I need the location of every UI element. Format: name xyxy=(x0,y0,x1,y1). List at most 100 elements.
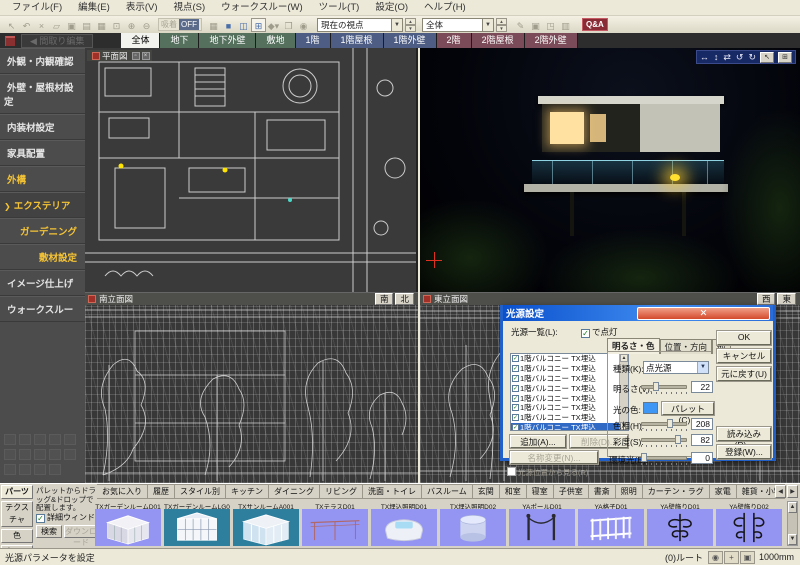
checkbox-icon[interactable] xyxy=(512,385,519,392)
sidebar-item[interactable]: ❯エクステリア xyxy=(0,192,85,218)
category-tab[interactable]: 玄関 xyxy=(473,484,500,499)
scroll-up-icon[interactable]: ▲ xyxy=(788,502,797,513)
sidebar-item[interactable]: ウォークスルー xyxy=(0,296,85,322)
direction-button[interactable]: 西 xyxy=(757,293,776,305)
scroll-right-icon[interactable]: ▶ xyxy=(787,485,798,498)
palette-mode-tab[interactable]: 色 xyxy=(1,529,33,543)
floor-tab[interactable]: 全体 xyxy=(121,33,160,48)
category-tab[interactable]: バスルーム xyxy=(422,484,473,499)
menu-item[interactable]: 設定(O) xyxy=(367,0,416,15)
category-tab[interactable]: スタイル別 xyxy=(175,484,226,499)
part-image[interactable] xyxy=(578,509,644,546)
toolbar-button[interactable]: ▱ xyxy=(49,18,64,32)
lit-checkbox[interactable]: で点灯 xyxy=(581,326,618,338)
snap-toggle[interactable]: 吸着 OFF xyxy=(158,18,202,31)
south-elevation-viewport[interactable] xyxy=(85,305,418,483)
scroll-down-icon[interactable]: ▼ xyxy=(788,534,797,545)
part-image[interactable] xyxy=(371,509,437,546)
part-thumbnail[interactable]: TXサンルームA001 xyxy=(233,501,299,546)
toolbar-button[interactable]: ▤ xyxy=(79,18,94,32)
direction-button[interactable]: 南 xyxy=(375,293,394,305)
detail-window-checkbox[interactable]: 詳細ウィンドウ xyxy=(36,512,103,523)
menu-item[interactable]: 表示(V) xyxy=(118,0,166,15)
floor-tab[interactable]: 2階 xyxy=(437,33,472,48)
category-tab[interactable]: 履歴 xyxy=(148,484,175,499)
toolbar-button[interactable]: ⊞ xyxy=(251,18,266,32)
toolbar-button[interactable]: × xyxy=(34,18,49,32)
floor-tab[interactable]: 1階外壁 xyxy=(384,33,437,48)
part-image[interactable] xyxy=(233,509,299,546)
checkbox-icon[interactable] xyxy=(512,414,519,421)
image-icon[interactable]: ▣ xyxy=(740,551,755,564)
part-thumbnail[interactable]: YAポールD01 xyxy=(509,501,575,546)
sidebar-item[interactable]: 内装材設定 xyxy=(0,114,85,140)
toolbar-button[interactable]: ◆▾ xyxy=(266,18,281,32)
category-tab[interactable]: カーテン・ラグ xyxy=(643,484,710,499)
part-thumbnail[interactable]: TXテラスD01 xyxy=(302,501,368,546)
part-image[interactable] xyxy=(716,509,782,546)
light-color-swatch[interactable] xyxy=(643,402,658,414)
camera-icon[interactable]: ◉ xyxy=(708,551,723,564)
checkbox-icon[interactable] xyxy=(512,424,519,431)
part-thumbnail[interactable]: YA壁飾りD02 xyxy=(716,501,782,546)
add-button[interactable]: 追加(A)... xyxy=(510,435,566,448)
floor-tab[interactable]: 敷地 xyxy=(256,33,295,48)
chevron-down-icon[interactable]: ▼ xyxy=(482,19,493,31)
saturation-slider[interactable] xyxy=(641,435,687,446)
category-tab[interactable]: 和室 xyxy=(500,484,527,499)
render-nav-icon[interactable]: ↻ xyxy=(748,51,756,63)
part-thumbnail[interactable]: TXガーデンルームD01 xyxy=(95,501,161,546)
sidebar-item[interactable]: イメージ仕上げ xyxy=(0,270,85,296)
brightness-value[interactable]: 22 xyxy=(691,381,713,393)
menu-item[interactable]: ヘルプ(H) xyxy=(416,0,474,15)
chevron-down-icon[interactable]: ▼ xyxy=(697,362,708,373)
render-nav-icon[interactable]: ⇄ xyxy=(723,51,731,63)
ok-button[interactable]: OK xyxy=(717,331,771,345)
palette-mode-tab[interactable]: テクスチャ xyxy=(1,501,33,527)
toolbar-button[interactable]: ◫ xyxy=(236,18,251,32)
sidebar-item[interactable]: ガーデニング xyxy=(0,218,85,244)
render-nav-icon[interactable]: ↕ xyxy=(714,51,719,63)
sidebar-item[interactable]: 外構 xyxy=(0,166,85,192)
ambient-value[interactable]: 0 xyxy=(691,452,713,464)
category-tab[interactable]: 寝室 xyxy=(527,484,554,499)
part-thumbnail[interactable]: YA壁飾りD01 xyxy=(647,501,713,546)
part-image[interactable] xyxy=(302,509,368,546)
revert-button[interactable]: 元に戻す(U) xyxy=(717,367,771,381)
sidebar-item[interactable]: 家具配置 xyxy=(0,140,85,166)
menu-item[interactable]: ツール(T) xyxy=(311,0,368,15)
toolbar-button[interactable]: ❒ xyxy=(281,18,296,32)
fullscreen-button[interactable]: ⊞ xyxy=(778,52,792,63)
checkbox-icon[interactable] xyxy=(512,395,519,402)
part-thumbnail[interactable]: TX埋込照明D02 xyxy=(440,501,506,546)
menu-item[interactable]: 視点(S) xyxy=(165,0,213,15)
palette-mode-tab[interactable]: パーツ xyxy=(1,485,33,499)
scroll-left-icon[interactable]: ◀ xyxy=(775,485,786,498)
floor-tab[interactable]: 1階屋根 xyxy=(331,33,384,48)
light-type-combo[interactable]: 点光源 ▼ xyxy=(643,361,709,374)
toolbar-button[interactable]: ⊕ xyxy=(124,18,139,32)
sidebar-item[interactable]: 外壁・屋根材設定 xyxy=(0,74,85,114)
close-icon[interactable]: ✕ xyxy=(637,307,770,320)
floor-tab[interactable]: 地下外壁 xyxy=(199,33,256,48)
sidebar-item[interactable]: 敷材設定 xyxy=(0,244,85,270)
palette-button[interactable]: パレット(C)... xyxy=(662,402,714,415)
ambient-slider[interactable] xyxy=(641,453,687,464)
direction-button[interactable]: 東 xyxy=(777,293,796,305)
brightness-slider[interactable] xyxy=(641,382,687,393)
floor-tab[interactable]: 地下 xyxy=(160,33,199,48)
floor-tab[interactable]: 2階屋根 xyxy=(472,33,525,48)
category-tab[interactable]: ダイニング xyxy=(269,484,320,499)
render-nav-icon[interactable]: ↺ xyxy=(736,51,744,63)
plan-viewport[interactable]: 平面図 ▫ × xyxy=(85,48,418,292)
toolbar-button[interactable]: ▣ xyxy=(64,18,79,32)
category-tab[interactable]: 洗面・トイレ xyxy=(363,484,422,499)
category-tab[interactable]: 家電 xyxy=(710,484,737,499)
load-button[interactable]: 読み込み(R)... xyxy=(717,427,771,441)
pointer-mode-button[interactable]: ↖ xyxy=(760,52,774,63)
toolbar-button[interactable]: ↖ xyxy=(4,18,19,32)
checkbox-icon[interactable] xyxy=(512,365,519,372)
category-tab[interactable]: 照明 xyxy=(616,484,643,499)
direction-button[interactable]: 北 xyxy=(395,293,414,305)
checkbox-icon[interactable] xyxy=(512,404,519,411)
